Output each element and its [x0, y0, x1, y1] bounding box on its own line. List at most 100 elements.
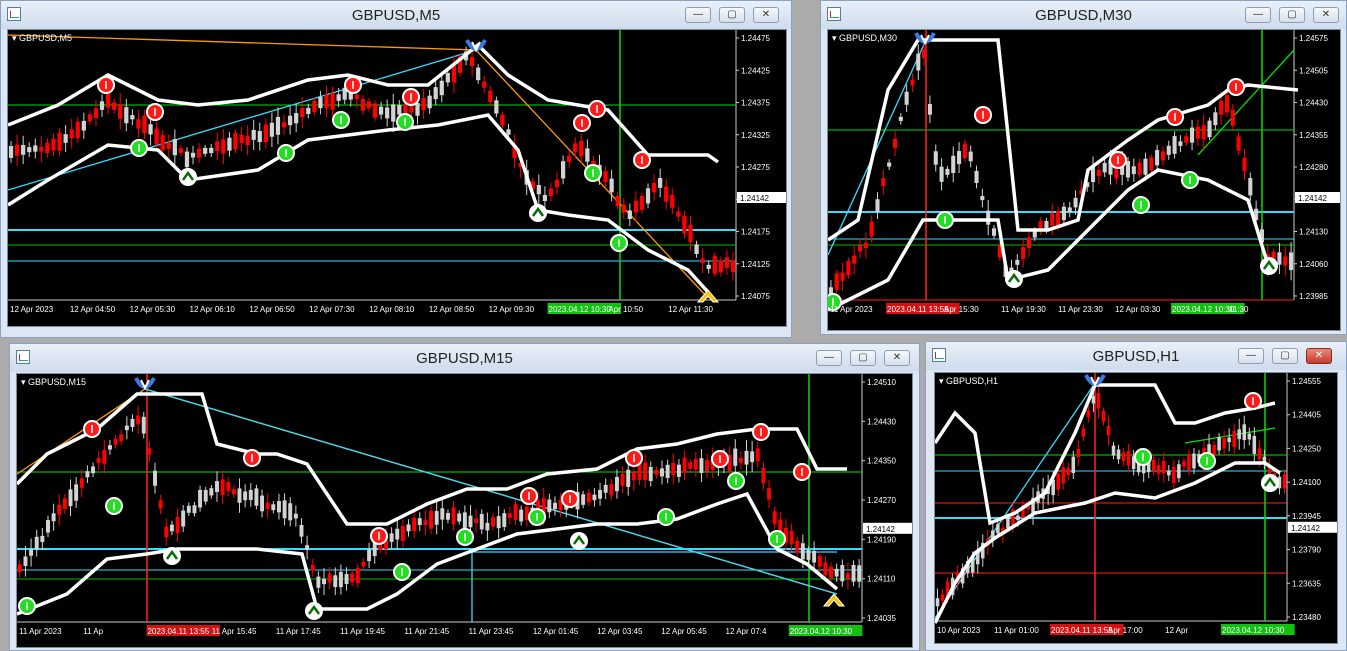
chart-area[interactable]: 1.244751.244251.243751.243251.242751.242…: [7, 29, 787, 327]
y-tick-label: 1.23480: [1292, 613, 1321, 622]
candle: [451, 65, 457, 83]
maximize-button[interactable]: ▢: [850, 350, 876, 366]
candle: [730, 260, 736, 273]
title-bar[interactable]: GBPUSD,M15 — ▢ ✕: [10, 344, 919, 372]
minimize-button[interactable]: —: [1238, 348, 1264, 364]
candle: [488, 90, 493, 102]
candle: [434, 511, 439, 525]
candle: [1257, 448, 1262, 460]
maximize-button[interactable]: ▢: [1279, 7, 1305, 23]
candle: [153, 470, 157, 486]
candle: [1081, 428, 1086, 437]
x-tick-label: 11 Apr 19:30: [1001, 305, 1046, 314]
title-bar[interactable]: GBPUSD,M30 — ▢ ✕: [821, 1, 1346, 29]
x-tick-label: 11 Apr 21:45: [404, 627, 449, 636]
candle: [567, 156, 572, 163]
chart-area[interactable]: 1.24510 1.24430 1.24350 1.24270 1.24190 1.241…: [16, 373, 913, 648]
candle: [169, 524, 174, 532]
symbol-label[interactable]: ▾ GBPUSD,M5: [12, 33, 72, 44]
lower-band: [828, 168, 1270, 312]
chart-window-m5[interactable]: GBPUSD,M5 — ▢ ✕ 1.24475 1.24425 1.24375 1.2…: [0, 0, 792, 338]
candle: [51, 138, 56, 151]
x-tick-label: 11:30: [1229, 305, 1249, 314]
chart-window-h1[interactable]: GBPUSD,H1 — ▢ ✕ 1.24555 1.24405 1.24250 1.2…: [925, 341, 1347, 651]
x-tick-label: 12 Apr 05:30: [130, 305, 176, 314]
candle: [8, 146, 14, 158]
y-tick-label: 1.24575: [1299, 34, 1328, 43]
x-tick-label: 12 Apr 07:4: [726, 627, 767, 636]
candle: [1227, 437, 1231, 443]
candle: [203, 147, 208, 154]
candle: [603, 484, 608, 493]
close-button[interactable]: ✕: [753, 7, 779, 23]
candle: [962, 143, 967, 159]
candle: [40, 535, 45, 543]
candle: [378, 106, 384, 115]
candle: [87, 114, 93, 122]
candle: [136, 119, 141, 129]
chart-area[interactable]: 1.245751.245051.244301.243551.242801.242…: [827, 29, 1341, 331]
x-tick-label: 12 Apr 2023: [10, 305, 54, 314]
x-tick-label: 12 Apr 03:45: [597, 627, 643, 636]
candle: [1277, 252, 1282, 265]
y-tick-label: 1.24325: [741, 131, 770, 140]
candle: [158, 500, 163, 509]
candle: [440, 508, 445, 520]
reversal-signal-icon: [1260, 257, 1278, 275]
candle: [1076, 449, 1081, 458]
candle: [1187, 454, 1191, 471]
maximize-button[interactable]: ▢: [1272, 348, 1298, 364]
candle: [986, 210, 991, 225]
candle: [579, 140, 584, 157]
symbol-label[interactable]: ▾ GBPUSD,H1: [939, 376, 998, 387]
title-bar[interactable]: GBPUSD,H1 — ▢ ✕: [926, 342, 1346, 370]
candle: [130, 115, 135, 120]
symbol-label[interactable]: ▾ GBPUSD,M30: [832, 33, 897, 44]
candle: [27, 147, 32, 153]
candle: [209, 488, 214, 496]
y-tick-label: 1.24375: [741, 99, 770, 108]
bottom-arrow-icon: [822, 593, 846, 607]
title-bar[interactable]: GBPUSD,M5 — ▢ ✕: [1, 1, 791, 29]
close-button[interactable]: ✕: [1313, 7, 1339, 23]
x-tick-label: 11 Apr 01:00: [994, 626, 1039, 635]
candle: [996, 524, 1000, 534]
candle: [227, 137, 232, 151]
x-tick-label: Apr 17:00: [1108, 626, 1143, 635]
candle: [282, 500, 287, 519]
candle: [1248, 178, 1253, 196]
close-button[interactable]: ✕: [1306, 348, 1332, 364]
symbol-label[interactable]: ▾ GBPUSD,M15: [21, 377, 86, 388]
candle: [281, 122, 287, 128]
candle: [338, 571, 343, 588]
candle: [615, 195, 620, 207]
candle: [299, 524, 304, 537]
candle: [322, 578, 326, 585]
candle: [806, 549, 811, 560]
candle: [124, 107, 129, 124]
candle: [812, 550, 817, 563]
candle: [68, 489, 73, 507]
chart-area[interactable]: 1.24555 1.24405 1.24250 1.24100 1.23945 1.237…: [934, 372, 1338, 644]
minimize-button[interactable]: —: [1245, 7, 1271, 23]
chart-window-m15[interactable]: GBPUSD,M15 — ▢ ✕ 1.24510 1.24430 1.24350 1.…: [9, 343, 920, 651]
candle: [1101, 410, 1106, 422]
candle: [676, 211, 681, 217]
candle: [355, 568, 360, 584]
candle: [688, 224, 693, 243]
minimize-button[interactable]: —: [685, 7, 711, 23]
x-tick-label: 12 Apr: [1165, 626, 1188, 635]
candle: [186, 505, 191, 513]
candle: [312, 100, 317, 113]
minimize-button[interactable]: —: [816, 350, 842, 366]
candle: [863, 242, 868, 249]
trend-line: [8, 34, 709, 299]
candle: [462, 512, 467, 530]
candle: [664, 186, 669, 202]
candle: [46, 520, 50, 533]
chart-window-m30[interactable]: GBPUSD,M30 — ▢ ✕ 1.24575 1.24505 1.24430 1.…: [820, 0, 1347, 335]
close-button[interactable]: ✕: [884, 350, 910, 366]
candle: [215, 141, 220, 152]
candle: [102, 449, 107, 464]
maximize-button[interactable]: ▢: [719, 7, 745, 23]
